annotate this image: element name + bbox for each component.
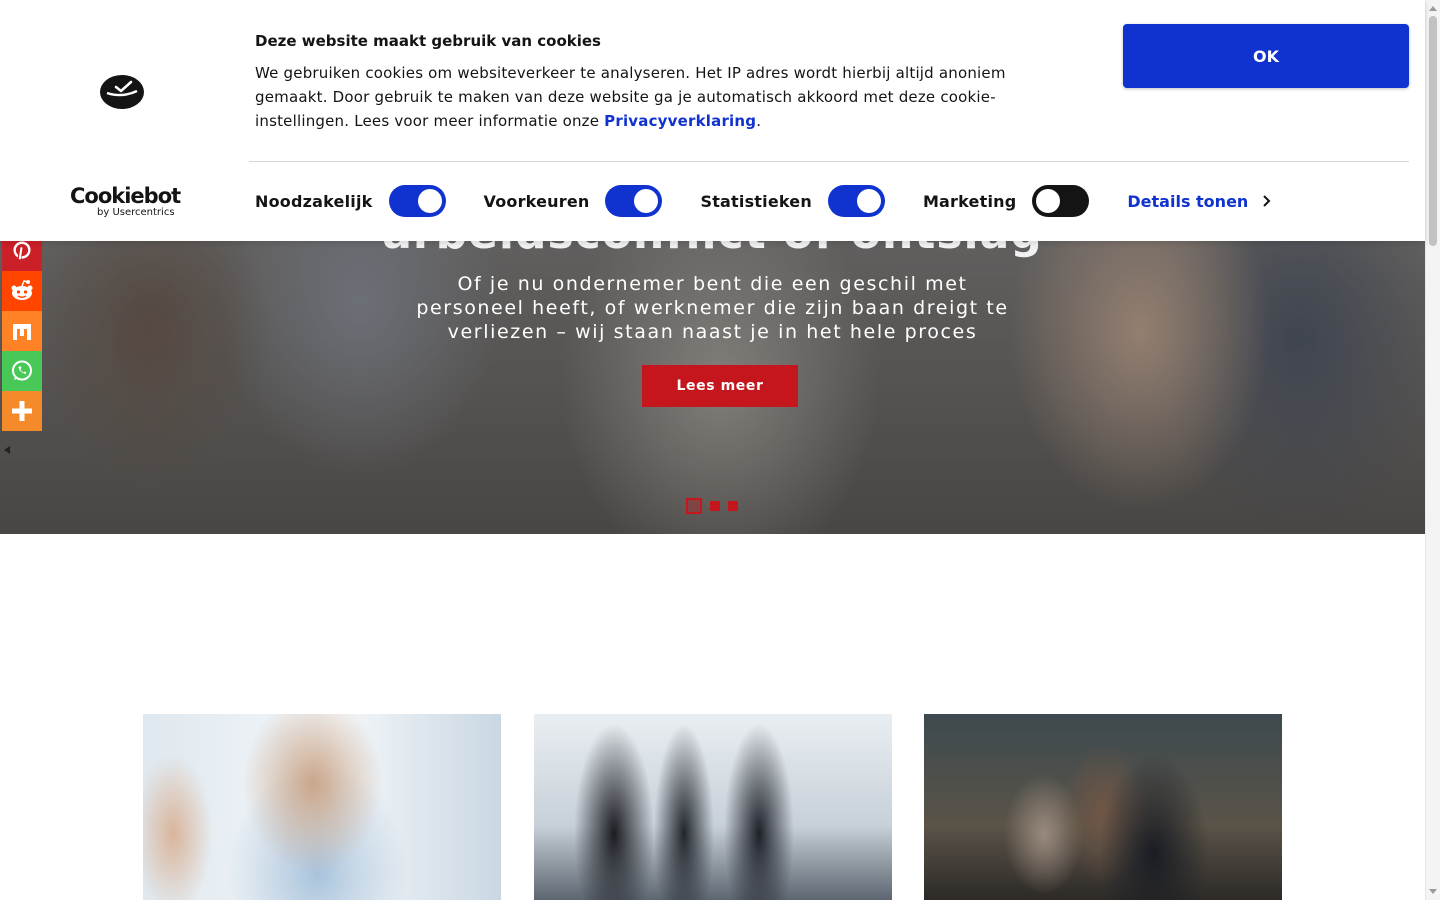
cookie-consent-banner: Deze website maakt gebruik van cookies W… (0, 0, 1425, 241)
cookie-category-toggles: Noodzakelijk Voorkeuren Statistieken Mar… (255, 185, 1272, 217)
scroll-down-icon[interactable] (1429, 889, 1437, 894)
privacy-statement-link[interactable]: Privacyverklaring (604, 112, 756, 130)
slider-pagination (686, 498, 738, 514)
cookie-banner-text: We gebruiken cookies om websiteverkeer t… (255, 61, 1075, 133)
marketing-toggle[interactable] (1032, 185, 1090, 217)
preferences-toggle[interactable] (605, 185, 663, 217)
toggle-knob (634, 189, 659, 213)
toggle-group-necessary: Noodzakelijk (255, 185, 446, 217)
service-card-image-3[interactable] (924, 714, 1282, 900)
toggle-label-necessary: Noodzakelijk (255, 191, 373, 211)
toggle-group-marketing: Marketing (922, 185, 1090, 217)
chevron-right-icon (1263, 195, 1271, 207)
share-bar-hide-icon[interactable] (2, 444, 12, 458)
scroll-up-icon[interactable] (1429, 6, 1437, 11)
toggle-label-marketing: Marketing (922, 191, 1017, 211)
whatsapp-share-button[interactable] (2, 351, 42, 391)
toggle-group-statistics: Statistieken (700, 185, 885, 217)
cookie-banner-title: Deze website maakt gebruik van cookies (255, 32, 601, 50)
necessary-toggle[interactable] (388, 185, 446, 217)
cookie-banner-divider (249, 161, 1409, 162)
plus-icon (12, 401, 32, 421)
whatsapp-icon (12, 360, 32, 381)
slider-dot-2[interactable] (710, 501, 720, 511)
toggle-knob (417, 189, 442, 213)
show-details-label: Details tonen (1127, 191, 1249, 211)
mix-share-button[interactable] (2, 311, 42, 351)
toggle-knob (856, 189, 881, 213)
pinterest-icon (13, 241, 31, 261)
slider-dot-3[interactable] (728, 501, 738, 511)
service-card-image-2[interactable] (534, 714, 892, 900)
reddit-icon (11, 280, 33, 300)
cookie-ok-button[interactable]: OK (1123, 24, 1409, 88)
statistics-toggle[interactable] (827, 185, 885, 217)
cookiebot-brand-sub: by Usercentrics (97, 207, 175, 218)
hero-subtitle: Of je nu ondernemer bent die een geschil… (416, 273, 1009, 343)
toggle-knob (1036, 189, 1061, 213)
toggle-label-preferences: Voorkeuren (483, 191, 590, 211)
mix-icon (13, 324, 31, 340)
slider-dot-1[interactable] (686, 498, 702, 514)
cookiebot-brand-name: Cookiebot (70, 184, 181, 208)
service-card-image-1[interactable] (143, 714, 501, 900)
page: arbeidsconflict of ontslag Of je nu onde… (0, 0, 1440, 900)
cookie-banner-text-end: . (756, 112, 762, 130)
show-details-link[interactable]: Details tonen (1127, 192, 1272, 211)
reddit-share-button[interactable] (2, 271, 42, 311)
toggle-label-statistics: Statistieken (700, 191, 812, 211)
cookiebot-logo-icon (100, 75, 144, 109)
more-share-button[interactable] (2, 391, 42, 431)
social-share-bar (2, 231, 42, 431)
scrollbar-thumb[interactable] (1429, 16, 1437, 246)
read-more-button[interactable]: Lees meer (642, 365, 798, 407)
cookiebot-brand-logo: Cookiebot by Usercentrics (70, 184, 181, 218)
page-scrollbar[interactable] (1425, 0, 1440, 900)
toggle-group-preferences: Voorkeuren (484, 185, 663, 217)
